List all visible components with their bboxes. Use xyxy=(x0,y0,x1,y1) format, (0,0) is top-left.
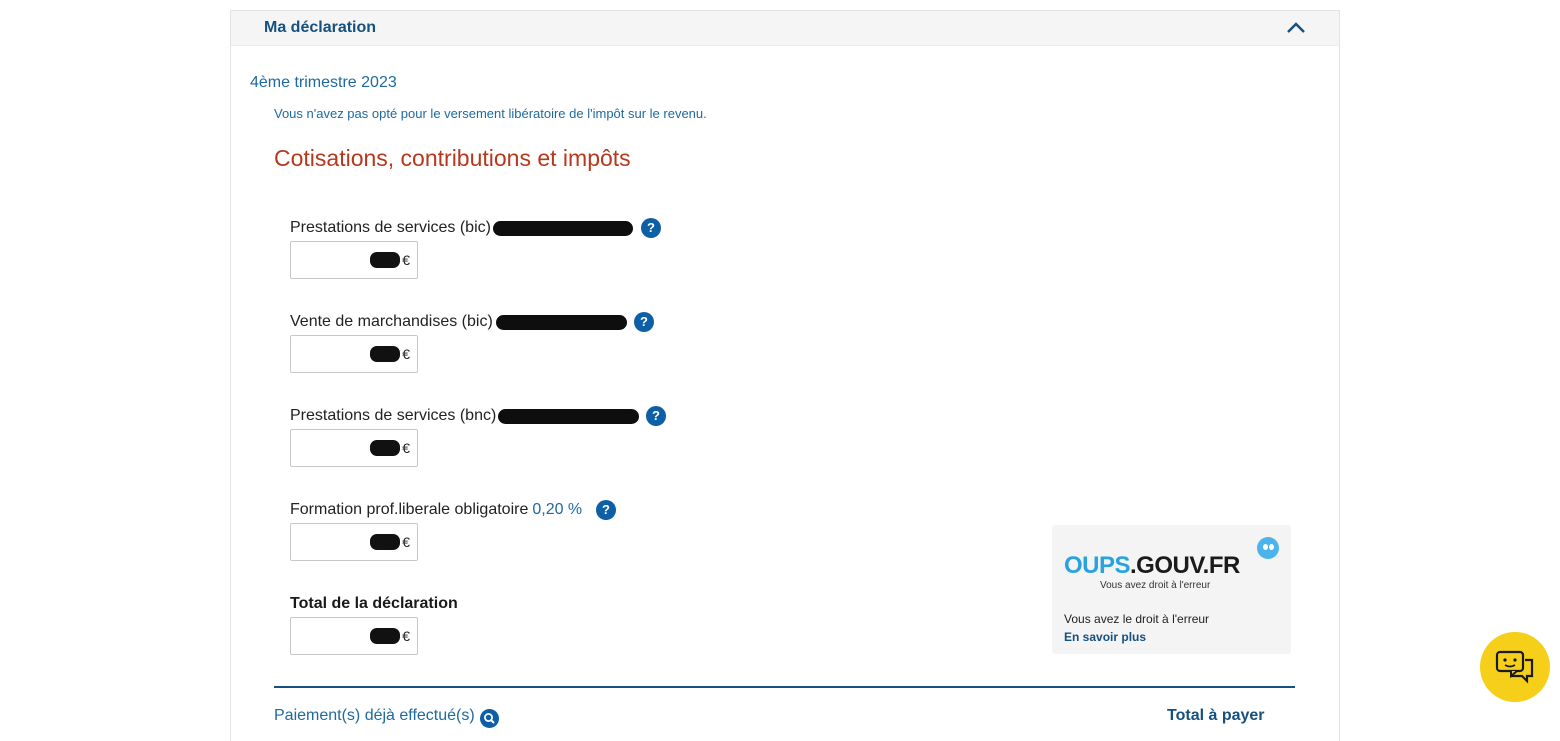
chat-button[interactable] xyxy=(1480,632,1550,702)
panel-header[interactable]: Ma déclaration xyxy=(231,11,1339,46)
help-icon[interactable]: ? xyxy=(596,500,616,520)
euro-symbol: € xyxy=(402,252,410,268)
amount-input-vente-bic[interactable]: € xyxy=(290,335,418,373)
redaction-mark xyxy=(370,534,400,550)
oups-gouv-card[interactable]: OUPS.GOUV.FR Vous avez droit à l'erreur … xyxy=(1052,525,1291,654)
help-icon[interactable]: ? xyxy=(634,312,654,332)
oups-logo: OUPS.GOUV.FR xyxy=(1064,552,1240,579)
field-label-vente-bic: Vente de marchandises (bic) xyxy=(290,313,493,330)
amount-input-prestations-bic[interactable]: € xyxy=(290,241,418,279)
payments-done-link[interactable]: Paiement(s) déjà effectué(s) xyxy=(274,707,475,725)
chevron-up-icon[interactable] xyxy=(1285,17,1307,39)
amount-input-prestations-bnc[interactable]: € xyxy=(290,429,418,467)
chat-icon xyxy=(1495,650,1534,684)
total-amount-field: € xyxy=(290,617,418,655)
redaction-mark xyxy=(498,409,639,424)
field-label-prestations-bnc: Prestations de services (bnc) xyxy=(290,407,497,424)
total-label: Total de la déclaration xyxy=(290,595,458,612)
redaction-mark xyxy=(370,346,400,362)
speech-bubble-icon xyxy=(1257,537,1279,559)
help-icon[interactable]: ? xyxy=(646,406,666,426)
euro-symbol: € xyxy=(402,534,410,550)
help-icon[interactable]: ? xyxy=(641,218,661,238)
rate-value: 0,20 % xyxy=(532,501,583,518)
liberatoire-note: Vous n'avez pas opté pour le versement l… xyxy=(274,106,707,121)
amount-input-formation[interactable]: € xyxy=(290,523,418,561)
euro-symbol: € xyxy=(402,346,410,362)
euro-symbol: € xyxy=(402,628,410,644)
total-to-pay-label: Total à payer xyxy=(1167,707,1265,724)
redaction-mark xyxy=(370,628,400,644)
redaction-mark xyxy=(493,221,633,236)
section-divider xyxy=(274,686,1295,688)
search-icon[interactable] xyxy=(480,709,499,728)
redaction-mark xyxy=(496,315,627,330)
oups-tagline: Vous avez droit à l'erreur xyxy=(1100,580,1211,591)
redaction-mark xyxy=(370,440,400,456)
field-label-formation: Formation prof.liberale obligatoire 0,20 … xyxy=(290,501,582,519)
oups-text: Vous avez le droit à l'erreur xyxy=(1064,612,1210,626)
panel-title: Ma déclaration xyxy=(264,19,377,36)
field-label-text: Formation prof.liberale obligatoire xyxy=(290,501,529,518)
learn-more-link[interactable]: En savoir plus xyxy=(1064,630,1146,644)
redaction-mark xyxy=(370,252,400,268)
field-label-prestations-bic: Prestations de services (bic) xyxy=(290,219,491,236)
period-label: 4ème trimestre 2023 xyxy=(250,74,397,91)
section-title: Cotisations, contributions et impôts xyxy=(274,145,631,171)
euro-symbol: € xyxy=(402,440,410,456)
